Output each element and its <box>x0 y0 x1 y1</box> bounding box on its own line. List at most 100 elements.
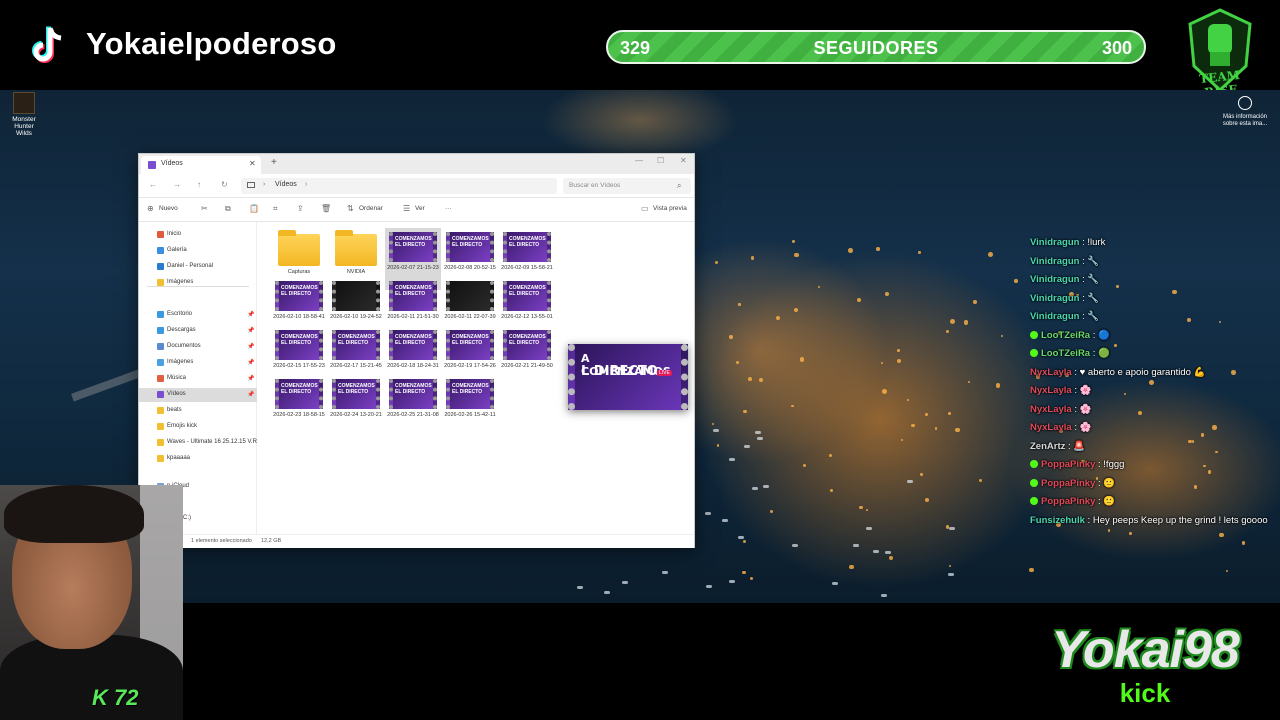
tab-videos[interactable]: Vídeos ✕ <box>141 156 261 174</box>
sidebar-item[interactable]: Waves - Ultimate 16 25.12.15 V.R <box>139 436 257 450</box>
thumbnail-text: COMENZAMOS EL DIRECTO <box>452 236 489 248</box>
boat <box>577 586 584 590</box>
back-icon[interactable]: ← <box>149 180 157 189</box>
file-name: 2026-02-25 21-31-08 <box>387 412 439 418</box>
file-name: 2026-02-10 19-24-52 <box>330 314 382 320</box>
up-icon[interactable]: ↑ <box>197 180 201 189</box>
maximize-button[interactable]: ☐ <box>657 156 664 165</box>
city-light <box>770 509 774 514</box>
city-light <box>881 361 884 364</box>
sort-button[interactable]: Ordenar <box>359 205 383 212</box>
sidebar-item[interactable]: Emojis kick <box>139 420 257 434</box>
videos-icon <box>148 161 156 169</box>
view-button[interactable]: Ver <box>415 205 425 212</box>
chat-text: 🟢 <box>1098 348 1110 359</box>
sidebar-item[interactable]: Daniel - Personal <box>139 260 257 274</box>
city-light <box>889 556 894 561</box>
sidebar-item[interactable]: beats <box>139 404 257 418</box>
delete-icon[interactable]: 🗑 <box>321 204 331 213</box>
video-file-item[interactable]: COMENZAMOS EL DIRECTO 2026-02-21 21-49-50 <box>499 326 555 388</box>
refresh-icon[interactable]: ↻ <box>221 180 228 189</box>
folder-icon <box>157 407 164 414</box>
wallpaper-info-button[interactable]: Más información sobre esta ima... <box>1218 96 1272 128</box>
close-tab-icon[interactable]: ✕ <box>249 159 256 168</box>
chat-username: NyxLayla <box>1030 422 1072 433</box>
more-options-button[interactable]: ··· <box>445 205 452 212</box>
video-file-item[interactable]: COMENZAMOS EL DIRECTO 2026-02-24 13-20-21 <box>328 375 384 437</box>
desktop-icon-monster-hunter[interactable]: Monster Hunter Wilds <box>6 92 42 137</box>
chat-message: NyxLayla : 🌸 <box>1030 401 1280 420</box>
sidebar-item[interactable]: Galería <box>139 244 257 258</box>
address-input[interactable]: › Vídeos › <box>241 178 557 194</box>
pin-icon[interactable]: 📌 <box>247 311 254 318</box>
boat <box>621 581 628 585</box>
city-light <box>865 508 869 512</box>
thumbnail-text: COMENZAMOS EL DIRECTO <box>509 334 546 346</box>
thumbnail-text: COMENZAMOS EL DIRECTO <box>338 334 375 346</box>
boat <box>754 431 761 434</box>
video-file-item[interactable]: COMENZAMOS EL DIRECTO 2026-02-25 21-31-08 <box>385 375 441 437</box>
boat <box>948 573 955 576</box>
copy-icon[interactable]: ⧉ <box>225 204 231 214</box>
sidebar-item[interactable]: Inicio <box>139 228 257 242</box>
chat-username: Vinidragun <box>1030 274 1080 285</box>
city-light <box>794 252 799 258</box>
video-thumbnail-icon: COMENZAMOS EL DIRECTO <box>332 379 380 409</box>
address-bar: ← → ↑ ↻ › Vídeos › Buscar en Vídeos ⌕ <box>139 174 694 198</box>
sidebar-item[interactable]: Vídeos 📌 <box>139 388 257 402</box>
file-name: Capturas <box>287 269 311 275</box>
chat-text: !fggg <box>1103 459 1125 470</box>
pin-icon[interactable]: 📌 <box>247 343 254 350</box>
music-icon <box>157 375 164 382</box>
file-name: 2026-02-23 18-58-15 <box>273 412 325 418</box>
city-light <box>925 413 928 417</box>
new-button[interactable]: Nuevo <box>159 205 178 212</box>
search-input[interactable]: Buscar en Vídeos ⌕ <box>563 178 691 194</box>
sidebar-item[interactable]: Música 📌 <box>139 372 257 386</box>
chat-username: Vinidragun <box>1030 292 1080 304</box>
new-tab-button[interactable]: + <box>271 157 277 168</box>
video-thumbnail-icon: COMENZAMOS EL DIRECTO <box>503 281 551 311</box>
status-bar: 1 elemento seleccionado 12,2 GB <box>139 534 694 548</box>
chat-text: Hey peeps Keep up the grind ! lets goooo <box>1092 514 1268 526</box>
folder-icon <box>157 279 164 286</box>
close-window-button[interactable]: ✕ <box>680 156 687 165</box>
city-light <box>911 423 915 427</box>
video-thumbnail-icon <box>446 281 494 311</box>
sidebar-item[interactable]: Imágenes <box>139 276 257 290</box>
video-thumbnail-icon: COMENZAMOS EL DIRECTO <box>332 330 380 360</box>
pin-icon[interactable]: 📌 <box>247 375 254 382</box>
rename-icon[interactable]: ⌗ <box>273 204 278 214</box>
chat-message: Vinidragun : 🔧 <box>1030 253 1280 272</box>
sidebar-item[interactable]: Documentos 📌 <box>139 340 257 354</box>
minimize-button[interactable]: — <box>635 156 643 165</box>
preview-pane-button[interactable]: Vista previa <box>653 205 687 212</box>
pin-icon[interactable]: 📌 <box>247 327 254 334</box>
sidebar-item[interactable]: Escritorio 📌 <box>139 308 257 322</box>
video-file-item[interactable]: COMENZAMOS EL DIRECTO 2026-02-23 18-58-15 <box>271 375 327 437</box>
cut-icon[interactable]: ✂ <box>201 204 208 213</box>
share-icon[interactable]: ⇪ <box>297 204 304 213</box>
sidebar-item-label: Descargas <box>167 327 196 333</box>
tab-title: Vídeos <box>161 160 183 167</box>
pin-icon[interactable]: 📌 <box>247 391 254 398</box>
pin-icon[interactable]: 📌 <box>247 359 254 366</box>
chat-username: NyxLayla <box>1030 366 1072 378</box>
sidebar-item[interactable]: kpaaaaa <box>139 452 257 466</box>
city-light <box>829 489 833 493</box>
forward-icon[interactable]: → <box>173 180 181 189</box>
sidebar-item[interactable]: Imágenes 📌 <box>139 356 257 370</box>
preview-icon: ▭ <box>641 204 649 213</box>
paste-icon[interactable]: 📋 <box>249 204 259 213</box>
sort-icon: ⇅ <box>347 204 354 213</box>
stream-overlay: Yokaielpoderoso 329 SEGUIDORES 300 TEAM … <box>0 0 1280 720</box>
sidebar-item-label: Inicio <box>167 231 182 237</box>
video-thumbnail-icon <box>332 281 380 311</box>
city-light <box>901 439 904 442</box>
chat-message: NyxLayla : 🌸 <box>1030 419 1280 438</box>
sidebar-item[interactable]: Descargas 📌 <box>139 324 257 338</box>
address-path[interactable]: Vídeos <box>275 181 297 188</box>
follower-goal-label: SEGUIDORES <box>813 38 939 58</box>
city-light <box>828 453 833 457</box>
video-file-item[interactable]: COMENZAMOS EL DIRECTO 2026-02-26 15-42-11 <box>442 375 498 437</box>
